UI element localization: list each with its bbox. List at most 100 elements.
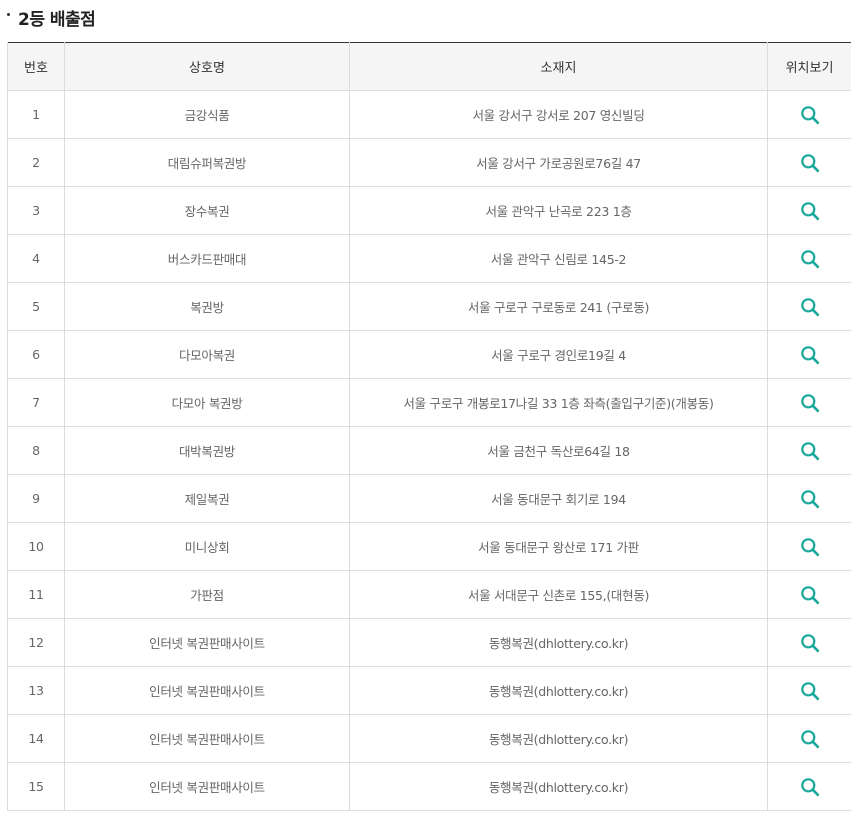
row-number: 15 bbox=[7, 762, 65, 811]
table-row: 9 제일복권 서울 동대문구 회기로 194 bbox=[7, 474, 851, 523]
search-icon bbox=[800, 441, 819, 460]
table-row: 6 다모아복권 서울 구로구 경인로19길 4 bbox=[7, 330, 851, 379]
row-number: 11 bbox=[7, 570, 65, 619]
section-title: 2등 배출점 bbox=[18, 9, 96, 30]
row-address: 동행복권(dhlottery.co.kr) bbox=[349, 762, 768, 811]
row-address: 서울 동대문구 회기로 194 bbox=[349, 474, 768, 523]
view-location-button[interactable] bbox=[798, 103, 822, 127]
row-view-location bbox=[767, 138, 851, 187]
row-view-location bbox=[767, 330, 851, 379]
row-number: 9 bbox=[7, 474, 65, 523]
row-store-name: 대박복권방 bbox=[64, 426, 350, 475]
row-address: 서울 금천구 독산로64길 18 bbox=[349, 426, 768, 475]
search-icon bbox=[800, 633, 819, 652]
view-location-button[interactable] bbox=[798, 199, 822, 223]
view-location-button[interactable] bbox=[798, 775, 822, 799]
row-number: 3 bbox=[7, 186, 65, 235]
row-address: 서울 관악구 신림로 145-2 bbox=[349, 234, 768, 283]
row-store-name: 가판점 bbox=[64, 570, 350, 619]
header-store-name: 상호명 bbox=[64, 42, 350, 91]
header-address: 소재지 bbox=[349, 42, 768, 91]
row-view-location bbox=[767, 714, 851, 763]
row-store-name: 제일복권 bbox=[64, 474, 350, 523]
row-number: 13 bbox=[7, 666, 65, 715]
view-location-button[interactable] bbox=[798, 727, 822, 751]
search-icon bbox=[800, 489, 819, 508]
view-location-button[interactable] bbox=[798, 487, 822, 511]
row-view-location bbox=[767, 762, 851, 811]
row-store-name: 금강식품 bbox=[64, 90, 350, 139]
row-address: 서울 구로구 개봉로17나길 33 1층 좌측(출입구기준)(개봉동) bbox=[349, 378, 768, 427]
bullet-icon bbox=[7, 12, 10, 16]
row-store-name: 버스카드판매대 bbox=[64, 234, 350, 283]
row-store-name: 대림슈퍼복권방 bbox=[64, 138, 350, 187]
row-number: 7 bbox=[7, 378, 65, 427]
row-address: 서울 구로구 경인로19길 4 bbox=[349, 330, 768, 379]
view-location-button[interactable] bbox=[798, 679, 822, 703]
table-row: 8 대박복권방 서울 금천구 독산로64길 18 bbox=[7, 426, 851, 475]
row-number: 10 bbox=[7, 522, 65, 571]
view-location-button[interactable] bbox=[798, 631, 822, 655]
row-address: 동행복권(dhlottery.co.kr) bbox=[349, 714, 768, 763]
search-icon bbox=[800, 153, 819, 172]
row-address: 서울 동대문구 왕산로 171 가판 bbox=[349, 522, 768, 571]
view-location-button[interactable] bbox=[798, 343, 822, 367]
row-address: 동행복권(dhlottery.co.kr) bbox=[349, 666, 768, 715]
row-address: 서울 관악구 난곡로 223 1층 bbox=[349, 186, 768, 235]
search-icon bbox=[800, 345, 819, 364]
view-location-button[interactable] bbox=[798, 247, 822, 271]
row-store-name: 인터넷 복권판매사이트 bbox=[64, 618, 350, 667]
row-store-name: 인터넷 복권판매사이트 bbox=[64, 714, 350, 763]
row-view-location bbox=[767, 618, 851, 667]
row-store-name: 다모아 복권방 bbox=[64, 378, 350, 427]
search-icon bbox=[800, 393, 819, 412]
table-row: 13 인터넷 복권판매사이트 동행복권(dhlottery.co.kr) bbox=[7, 666, 851, 715]
view-location-button[interactable] bbox=[798, 151, 822, 175]
search-icon bbox=[800, 729, 819, 748]
row-view-location bbox=[767, 426, 851, 475]
header-number: 번호 bbox=[7, 42, 65, 91]
row-view-location bbox=[767, 186, 851, 235]
row-store-name: 복권방 bbox=[64, 282, 350, 331]
row-view-location bbox=[767, 378, 851, 427]
search-icon bbox=[800, 105, 819, 124]
search-icon bbox=[800, 297, 819, 316]
row-address: 서울 구로구 구로동로 241 (구로동) bbox=[349, 282, 768, 331]
row-address: 서울 서대문구 신촌로 155,(대현동) bbox=[349, 570, 768, 619]
row-address: 동행복권(dhlottery.co.kr) bbox=[349, 618, 768, 667]
table-row: 7 다모아 복권방 서울 구로구 개봉로17나길 33 1층 좌측(출입구기준)(개… bbox=[7, 378, 851, 427]
view-location-button[interactable] bbox=[798, 295, 822, 319]
table-row: 14 인터넷 복권판매사이트 동행복권(dhlottery.co.kr) bbox=[7, 714, 851, 763]
row-view-location bbox=[767, 282, 851, 331]
table-row: 1 금강식품 서울 강서구 강서로 207 영신빌딩 bbox=[7, 90, 851, 139]
row-number: 6 bbox=[7, 330, 65, 379]
row-store-name: 장수복권 bbox=[64, 186, 350, 235]
table-row: 3 장수복권 서울 관악구 난곡로 223 1층 bbox=[7, 186, 851, 235]
table-row: 15 인터넷 복권판매사이트 동행복권(dhlottery.co.kr) bbox=[7, 762, 851, 811]
row-number: 5 bbox=[7, 282, 65, 331]
search-icon bbox=[800, 585, 819, 604]
row-number: 8 bbox=[7, 426, 65, 475]
section-header: 2등 배출점 bbox=[7, 4, 96, 30]
row-view-location bbox=[767, 474, 851, 523]
row-store-name: 인터넷 복권판매사이트 bbox=[64, 666, 350, 715]
view-location-button[interactable] bbox=[798, 439, 822, 463]
view-location-button[interactable] bbox=[798, 535, 822, 559]
table-header-row: 번호 상호명 소재지 위치보기 bbox=[7, 42, 851, 91]
winning-stores-table: 번호 상호명 소재지 위치보기 1 금강식품 서울 강서구 강서로 207 영신빌딩… bbox=[7, 42, 851, 811]
search-icon bbox=[800, 537, 819, 556]
row-number: 14 bbox=[7, 714, 65, 763]
row-number: 12 bbox=[7, 618, 65, 667]
view-location-button[interactable] bbox=[798, 583, 822, 607]
row-store-name: 다모아복권 bbox=[64, 330, 350, 379]
row-address: 서울 강서구 강서로 207 영신빌딩 bbox=[349, 90, 768, 139]
header-view-location: 위치보기 bbox=[767, 42, 851, 91]
table-row: 10 미니상회 서울 동대문구 왕산로 171 가판 bbox=[7, 522, 851, 571]
row-view-location bbox=[767, 522, 851, 571]
table-row: 12 인터넷 복권판매사이트 동행복권(dhlottery.co.kr) bbox=[7, 618, 851, 667]
row-view-location bbox=[767, 90, 851, 139]
table-row: 2 대림슈퍼복권방 서울 강서구 가로공원로76길 47 bbox=[7, 138, 851, 187]
row-address: 서울 강서구 가로공원로76길 47 bbox=[349, 138, 768, 187]
view-location-button[interactable] bbox=[798, 391, 822, 415]
row-number: 2 bbox=[7, 138, 65, 187]
